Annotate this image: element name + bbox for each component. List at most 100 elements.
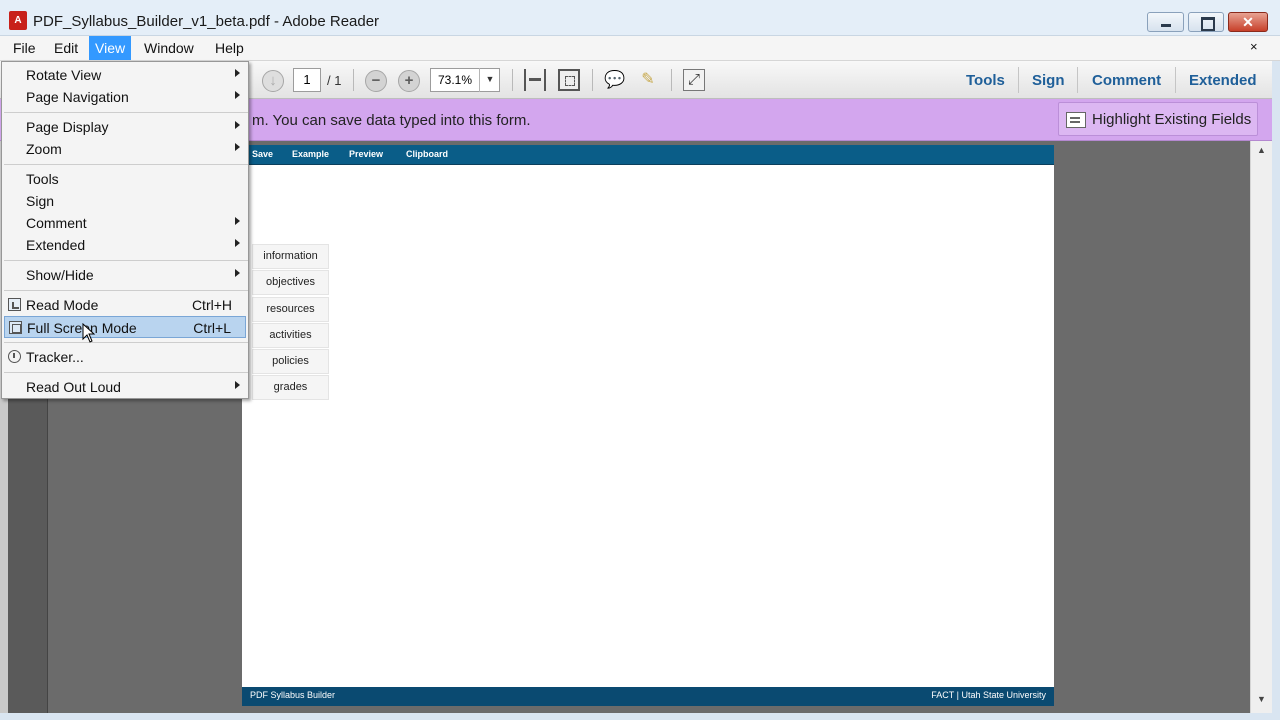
- menu-item-label: Page Navigation: [26, 89, 129, 105]
- toolbar-divider: [512, 69, 513, 91]
- submenu-arrow-icon: [235, 239, 240, 247]
- menu-separator: [4, 164, 248, 165]
- close-document-icon[interactable]: ×: [1250, 39, 1258, 54]
- menu-item-read-mode[interactable]: Read Mode Ctrl+H: [4, 294, 246, 316]
- sign-pane-link[interactable]: Sign: [1032, 72, 1065, 89]
- submenu-arrow-icon: [235, 381, 240, 389]
- vertical-scrollbar[interactable]: ▲ ▼: [1250, 141, 1272, 713]
- tracker-icon: [8, 350, 21, 363]
- menu-item-shortcut: Ctrl+H: [191, 297, 232, 313]
- menu-item-page-navigation[interactable]: Page Navigation: [4, 86, 246, 108]
- menu-item-show-hide[interactable]: Show/Hide: [4, 264, 246, 286]
- read-mode-icon: [8, 298, 21, 311]
- scroll-up-icon[interactable]: ▲: [1257, 145, 1266, 155]
- tab-policies[interactable]: policies: [252, 349, 329, 374]
- tab-activities[interactable]: activities: [252, 323, 329, 348]
- pdf-preview-link[interactable]: Preview: [349, 149, 383, 159]
- menu-view[interactable]: View: [89, 36, 132, 60]
- full-screen-icon: [9, 321, 22, 334]
- page-total: / 1: [327, 73, 342, 88]
- menu-separator: [4, 260, 248, 261]
- menu-separator: [4, 112, 248, 113]
- toolbar-divider: [671, 69, 672, 91]
- menu-edit[interactable]: Edit: [48, 36, 84, 60]
- title-bar: A PDF_Syllabus_Builder_v1_beta.pdf - Ado…: [0, 0, 1280, 36]
- tab-resources[interactable]: resources: [252, 297, 329, 322]
- extended-pane-link[interactable]: Extended: [1189, 72, 1257, 89]
- toolbar-divider: [353, 69, 354, 91]
- menu-item-label: Tracker...: [26, 349, 84, 365]
- menu-item-full-screen-mode[interactable]: Full Screen Mode Ctrl+L: [4, 316, 246, 338]
- pdf-clipboard-link[interactable]: Clipboard: [406, 149, 448, 159]
- tab-information[interactable]: information: [252, 244, 329, 269]
- submenu-arrow-icon: [235, 121, 240, 129]
- menu-item-zoom[interactable]: Zoom: [4, 138, 246, 160]
- window-title: PDF_Syllabus_Builder_v1_beta.pdf - Adobe…: [33, 13, 380, 30]
- menu-separator: [4, 372, 248, 373]
- menu-item-label: Zoom: [26, 141, 62, 157]
- menu-item-label: Rotate View: [26, 67, 102, 83]
- pdf-save-link[interactable]: Save: [252, 149, 273, 159]
- toolbar-divider: [1018, 67, 1019, 93]
- tab-objectives[interactable]: objectives: [252, 270, 329, 295]
- menu-item-label: Page Display: [26, 119, 109, 135]
- next-page-icon[interactable]: ↓: [262, 70, 284, 92]
- toolbar-divider: [1175, 67, 1176, 93]
- highlight-fields-label: Highlight Existing Fields: [1092, 111, 1252, 128]
- submenu-arrow-icon: [235, 143, 240, 151]
- pdf-page: Save Example Preview Clipboard informati…: [242, 145, 1054, 706]
- close-window-button[interactable]: ✕: [1228, 12, 1268, 32]
- fit-page-icon[interactable]: [558, 69, 580, 91]
- submenu-arrow-icon: [235, 69, 240, 77]
- zoom-dropdown-icon[interactable]: ▼: [479, 68, 500, 92]
- pdf-footer-bar: PDF Syllabus Builder FACT | Utah State U…: [242, 687, 1054, 706]
- menu-item-label: Read Mode: [26, 297, 99, 313]
- submenu-arrow-icon: [235, 217, 240, 225]
- adobe-reader-icon: A: [9, 11, 27, 30]
- menu-item-tools[interactable]: Tools: [4, 168, 246, 190]
- menu-help[interactable]: Help: [209, 36, 250, 60]
- menu-separator: [4, 290, 248, 291]
- menu-item-extended[interactable]: Extended: [4, 234, 246, 256]
- menu-item-tracker[interactable]: Tracker...: [4, 346, 246, 368]
- minimize-button[interactable]: [1147, 12, 1184, 32]
- maximize-button[interactable]: [1188, 12, 1224, 32]
- fit-width-icon[interactable]: [524, 69, 546, 91]
- menu-window[interactable]: Window: [138, 36, 200, 60]
- view-menu-dropdown: Rotate View Page Navigation Page Display…: [1, 61, 249, 399]
- menu-bar: File Edit View Window Help ×: [0, 36, 1280, 61]
- zoom-out-icon[interactable]: −: [365, 70, 387, 92]
- menu-item-rotate-view[interactable]: Rotate View: [4, 64, 246, 86]
- toolbar-divider: [592, 69, 593, 91]
- menu-item-comment[interactable]: Comment: [4, 212, 246, 234]
- comment-pane-link[interactable]: Comment: [1092, 72, 1161, 89]
- toolbar-divider: [1077, 67, 1078, 93]
- pdf-example-link[interactable]: Example: [292, 149, 329, 159]
- menu-item-sign[interactable]: Sign: [4, 190, 246, 212]
- menu-item-label: Sign: [26, 193, 55, 209]
- submenu-arrow-icon: [235, 269, 240, 277]
- scroll-down-icon[interactable]: ▼: [1257, 694, 1266, 704]
- expand-icon[interactable]: ⤢: [683, 69, 705, 91]
- window-frame-bottom: [0, 713, 1280, 720]
- close-icon: ✕: [1242, 14, 1254, 30]
- menu-item-label: Read Out Loud: [26, 379, 121, 395]
- menu-item-label: Comment: [26, 215, 87, 231]
- menu-item-read-out-loud[interactable]: Read Out Loud: [4, 376, 246, 398]
- comment-icon[interactable]: 💬: [604, 69, 626, 91]
- footer-title: PDF Syllabus Builder: [250, 690, 336, 700]
- pdf-header-bar: Save Example Preview Clipboard: [242, 145, 1054, 165]
- sign-icon[interactable]: ✎: [637, 69, 659, 91]
- menu-file[interactable]: File: [7, 36, 42, 60]
- menu-item-label: Extended: [26, 237, 86, 253]
- submenu-arrow-icon: [235, 91, 240, 99]
- menu-item-shortcut: Ctrl+L: [193, 320, 231, 336]
- highlight-fields-button[interactable]: Highlight Existing Fields: [1058, 102, 1258, 136]
- menu-item-page-display[interactable]: Page Display: [4, 116, 246, 138]
- menu-separator: [4, 342, 248, 343]
- zoom-in-icon[interactable]: +: [398, 70, 420, 92]
- menu-item-label: Tools: [26, 171, 59, 187]
- page-number-input[interactable]: 1: [293, 68, 321, 92]
- tab-grades[interactable]: grades: [252, 375, 329, 400]
- tools-pane-link[interactable]: Tools: [966, 72, 1005, 89]
